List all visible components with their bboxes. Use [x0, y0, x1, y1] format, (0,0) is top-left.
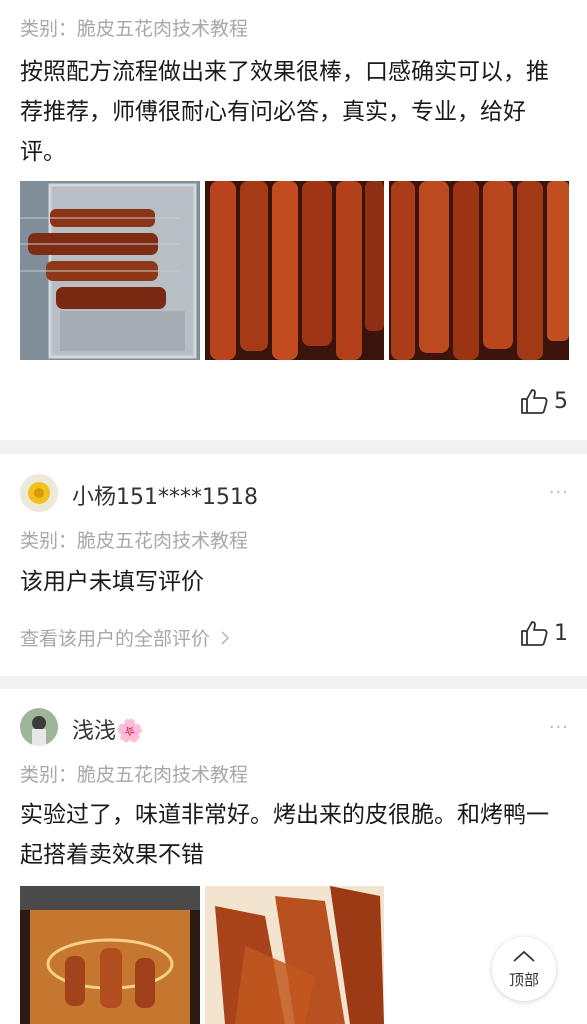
view-all-label: 查看该用户的全部评价 — [20, 628, 211, 650]
review-text: 该用户未填写评价 — [20, 569, 204, 595]
review-category: 类别：脆皮五花肉技术教程 — [20, 18, 249, 40]
like-count: 1 — [554, 620, 568, 646]
review-category: 类别：脆皮五花肉技术教程 — [20, 764, 249, 786]
review-card: 小杨151****1518 ··· 类别：脆皮五花肉技术教程 该用户未填写评价 … — [0, 454, 587, 676]
more-icon[interactable]: ··· — [549, 482, 569, 503]
review-card: 类别：脆皮五花肉技术教程 按照配方流程做出来了效果很棒，口感确实可以，推荐推荐，… — [0, 0, 587, 440]
back-to-top-label: 顶部 — [508, 971, 539, 989]
more-icon[interactable]: ··· — [549, 717, 569, 738]
thumbs-up-icon — [521, 621, 548, 646]
like-count: 5 — [554, 388, 568, 414]
username[interactable]: 小杨151****1518 — [72, 479, 258, 511]
view-all-reviews-link[interactable]: 查看该用户的全部评价 — [20, 624, 230, 651]
thumbs-up-icon — [521, 389, 548, 414]
review-category: 类别：脆皮五花肉技术教程 — [20, 530, 249, 552]
review-photo[interactable] — [205, 886, 384, 1024]
chevron-up-icon — [513, 950, 535, 962]
review-photo[interactable] — [20, 886, 200, 1024]
review-text: 实验过了，味道非常好。烤出来的皮很脆。和烤鸭一起搭着卖效果不错 — [20, 802, 549, 868]
like-button[interactable]: 5 — [520, 388, 568, 414]
username[interactable]: 浅浅🌸 — [72, 713, 143, 745]
review-photo[interactable] — [389, 181, 569, 360]
avatar[interactable] — [20, 474, 58, 512]
chevron-right-icon — [221, 631, 230, 645]
back-to-top-button[interactable]: 顶部 — [492, 937, 556, 1001]
review-photo[interactable] — [20, 181, 200, 360]
review-text: 按照配方流程做出来了效果很棒，口感确实可以，推荐推荐，师傅很耐心有问必答，真实，… — [20, 59, 549, 165]
avatar[interactable] — [20, 708, 58, 746]
review-photo[interactable] — [205, 181, 384, 360]
like-button[interactable]: 1 — [520, 620, 568, 646]
